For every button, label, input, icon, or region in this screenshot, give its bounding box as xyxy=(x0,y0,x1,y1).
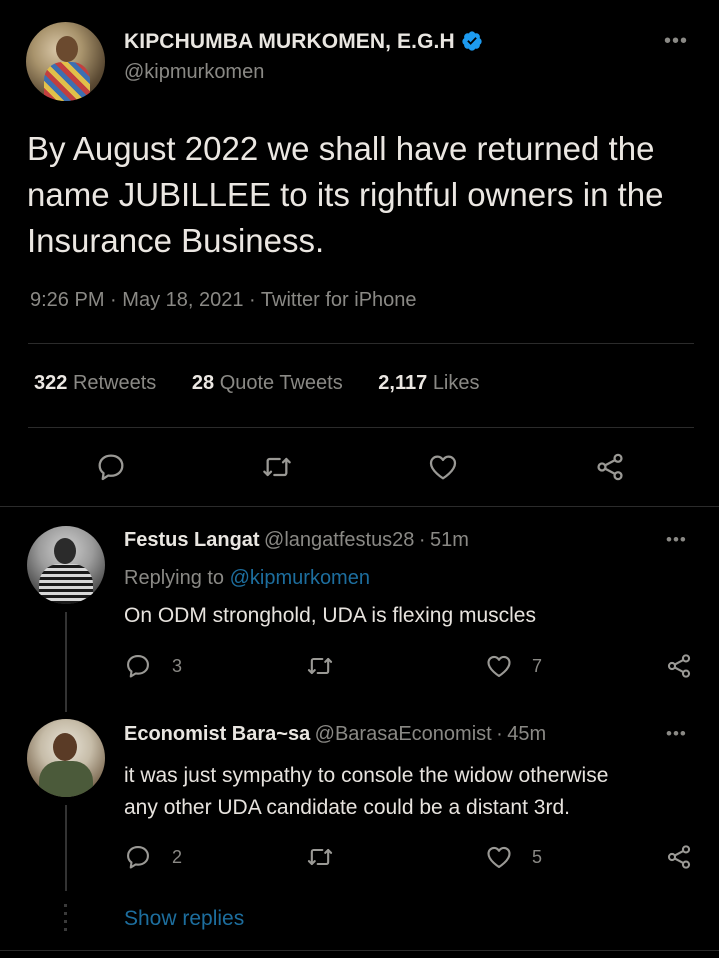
quotes-count: 28 xyxy=(191,372,215,394)
more-icon[interactable]: ••• xyxy=(666,530,687,550)
more-icon[interactable]: ••• xyxy=(664,30,688,53)
reply-count: 3 xyxy=(172,656,183,676)
reply-age[interactable]: 45m xyxy=(507,723,546,745)
reply-avatar[interactable] xyxy=(27,526,105,604)
like-icon[interactable] xyxy=(485,843,513,871)
thread-dots xyxy=(64,904,67,934)
meta-separator: · xyxy=(110,289,117,311)
tweet-text: By August 2022 we shall have returned th… xyxy=(27,130,664,259)
reply-handle[interactable]: @BarasaEconomist xyxy=(315,723,492,745)
reply-icon[interactable] xyxy=(124,843,152,871)
reply-header: Festus Langat @langatfestus28 · 51m xyxy=(124,529,469,552)
meta-separator: · xyxy=(496,723,503,745)
quotes-label: Quote Tweets xyxy=(219,372,343,394)
divider xyxy=(28,427,694,428)
like-count: 5 xyxy=(532,847,543,867)
retweets-count: 322 xyxy=(34,372,68,394)
author-avatar[interactable] xyxy=(26,22,105,101)
retweet-icon[interactable] xyxy=(306,652,334,680)
divider xyxy=(0,950,719,951)
retweets-label: Retweets xyxy=(72,372,157,394)
retweet-icon[interactable] xyxy=(261,451,293,483)
share-icon[interactable] xyxy=(665,652,693,680)
like-icon[interactable] xyxy=(427,451,459,483)
reply-text: On ODM stronghold, UDA is flexing muscle… xyxy=(124,604,536,627)
share-icon[interactable] xyxy=(594,451,626,483)
quotes-stat[interactable]: 28 Quote Tweets xyxy=(192,372,343,394)
like-icon[interactable] xyxy=(485,652,513,680)
thread-line xyxy=(65,805,67,891)
likes-stat[interactable]: 2,117 Likes xyxy=(378,372,479,394)
likes-label: Likes xyxy=(432,372,480,394)
replying-to-line: Replying to @kipmurkomen xyxy=(124,567,370,590)
reply-icon[interactable] xyxy=(95,451,127,483)
tweet-time[interactable]: 9:26 PM xyxy=(30,289,104,311)
reply-text-line: any other UDA candidate could be a dista… xyxy=(124,796,570,819)
like-count: 7 xyxy=(532,656,543,676)
replying-prefix: Replying to xyxy=(124,567,225,589)
thread-line xyxy=(65,612,67,712)
meta-separator: · xyxy=(249,289,256,311)
reply-author-name[interactable]: Festus Langat xyxy=(124,529,260,551)
verified-icon xyxy=(462,31,482,51)
more-icon[interactable]: ••• xyxy=(666,724,687,744)
divider xyxy=(28,343,694,344)
tweet-date[interactable]: May 18, 2021 xyxy=(122,289,243,311)
reply-header: Economist Bara~sa @BarasaEconomist · 45m xyxy=(124,723,546,746)
tweet-stats: 322 Retweets 28 Quote Tweets 2,117 Likes xyxy=(34,372,510,395)
retweets-stat[interactable]: 322 Retweets xyxy=(34,372,156,394)
reply-avatar[interactable] xyxy=(27,719,105,797)
reply-age[interactable]: 51m xyxy=(430,529,469,551)
replying-to-link[interactable]: @kipmurkomen xyxy=(230,567,370,589)
reply-icon[interactable] xyxy=(124,652,152,680)
likes-count: 2,117 xyxy=(378,372,428,394)
meta-separator: · xyxy=(418,529,426,551)
retweet-icon[interactable] xyxy=(306,843,334,871)
show-replies-link[interactable]: Show replies xyxy=(124,907,244,931)
reply-author-name[interactable]: Economist Bara~sa xyxy=(124,723,310,745)
reply-count: 2 xyxy=(172,847,183,867)
reply-text-line: it was just sympathy to console the wido… xyxy=(124,764,609,787)
author-name-row[interactable]: KIPCHUMBA MURKOMEN, E.G.H xyxy=(124,30,483,54)
tweet-source[interactable]: Twitter for iPhone xyxy=(261,289,417,311)
tweet-meta: 9:26 PM · May 18, 2021 · Twitter for iPh… xyxy=(30,289,417,312)
reply-handle[interactable]: @langatfestus28 xyxy=(264,529,414,551)
author-name[interactable]: KIPCHUMBA MURKOMEN, E.G.H xyxy=(124,30,455,53)
share-icon[interactable] xyxy=(665,843,693,871)
author-handle[interactable]: @kipmurkomen xyxy=(124,61,264,84)
divider xyxy=(0,506,719,507)
